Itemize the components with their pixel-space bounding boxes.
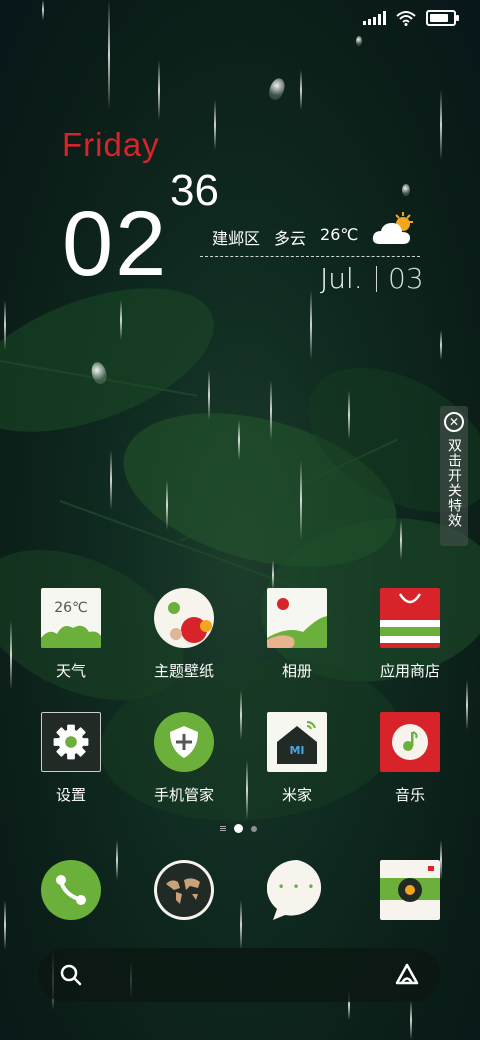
assistant-icon[interactable] — [394, 962, 420, 988]
security-icon — [154, 712, 214, 772]
app-label: 手机管家 — [153, 786, 214, 804]
themes-icon — [154, 588, 214, 648]
music-icon — [380, 712, 440, 772]
weather-location: 建邺区 — [212, 229, 261, 248]
weekday-label[interactable]: Friday — [62, 126, 160, 164]
effects-toggle[interactable]: ✕ 双击开关特效 — [440, 406, 468, 546]
app-settings[interactable]: 设置 — [21, 712, 121, 805]
settings-icon — [41, 712, 101, 772]
app-store-icon — [380, 588, 440, 648]
page-dot-active[interactable] — [234, 824, 243, 833]
messages-icon: • • • — [266, 859, 327, 920]
app-themes[interactable]: 主题壁纸 — [134, 588, 234, 681]
app-mijia[interactable]: MI 米家 — [247, 712, 347, 805]
camera-icon — [380, 860, 440, 920]
app-store[interactable]: 应用商店 — [360, 588, 460, 681]
close-circle-icon[interactable]: ✕ — [444, 412, 464, 432]
search-icon[interactable] — [60, 964, 82, 986]
dock-messages[interactable]: • • • — [247, 859, 347, 920]
minute-label[interactable]: 36 — [170, 166, 219, 216]
search-bar[interactable] — [38, 948, 440, 1002]
weather-info[interactable]: 建邺区 多云 26℃ — [212, 225, 358, 249]
app-security[interactable]: 手机管家 — [134, 712, 234, 805]
status-bar — [363, 10, 459, 26]
browser-globe-icon — [154, 860, 214, 920]
weather-app-icon: 26℃ — [41, 588, 101, 648]
app-music[interactable]: 音乐 — [360, 712, 460, 805]
widget-divider — [200, 256, 420, 257]
dock-browser[interactable] — [134, 860, 234, 920]
battery-icon — [426, 10, 459, 26]
phone-icon — [41, 860, 101, 920]
date-separator — [376, 266, 377, 292]
app-label: 相册 — [281, 662, 312, 680]
mijia-icon-text: MI — [289, 744, 305, 757]
dock-phone[interactable] — [21, 860, 121, 920]
signal-icon — [363, 11, 386, 25]
partly-cloudy-icon — [372, 212, 413, 244]
weather-temp: 26℃ — [320, 225, 359, 244]
page-dot[interactable] — [251, 825, 257, 832]
month-label[interactable]: Jul. — [320, 262, 363, 295]
mijia-icon: MI — [267, 712, 327, 772]
app-gallery[interactable]: 相册 — [247, 588, 347, 681]
effects-toggle-label: 双击开关特效 — [446, 438, 462, 528]
app-label: 应用商店 — [379, 662, 440, 680]
dock-camera[interactable] — [360, 860, 460, 920]
app-label: 音乐 — [394, 786, 425, 804]
gallery-icon — [267, 588, 327, 648]
app-label: 米家 — [281, 786, 312, 804]
wifi-icon — [396, 11, 416, 26]
page-list-icon[interactable] — [220, 826, 226, 831]
page-indicator[interactable] — [220, 824, 257, 833]
messages-icon-dots: • • • — [277, 880, 317, 894]
app-weather[interactable]: 26℃ 天气 — [21, 588, 121, 681]
app-label: 设置 — [55, 786, 86, 804]
app-label: 天气 — [55, 662, 86, 680]
hour-label[interactable]: 02 — [62, 192, 168, 297]
date-label[interactable]: 03 — [388, 262, 424, 295]
weather-condition: 多云 — [274, 229, 307, 248]
app-label: 主题壁纸 — [153, 662, 214, 680]
